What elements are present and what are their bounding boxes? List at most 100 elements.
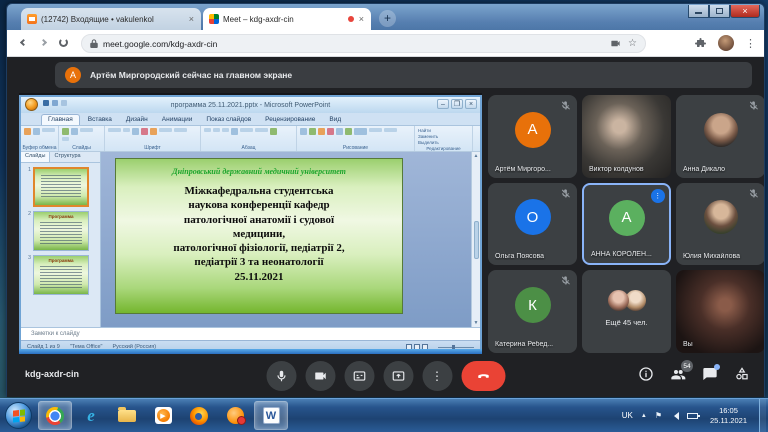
slide-thumbnail-2[interactable]: Программа <box>33 211 89 251</box>
panel-tab-slides[interactable]: Слайды <box>21 152 50 162</box>
chat-button[interactable] <box>702 366 718 382</box>
tab-close-icon[interactable]: × <box>188 14 195 24</box>
scroll-down-icon: ▼ <box>474 320 479 326</box>
powerpoint-titlebar: программа 25.11.2021.pptx - Microsoft Po… <box>21 97 480 113</box>
powerpoint-window: программа 25.11.2021.pptx - Microsoft Po… <box>19 95 482 349</box>
tab-design[interactable]: Дизайн <box>120 115 154 125</box>
new-tab-button[interactable]: + <box>379 10 396 27</box>
toast-avatar: А <box>65 67 81 83</box>
more-options-button[interactable]: ⋮ <box>422 361 452 391</box>
browser-tab-meet[interactable]: Meet – kdg-axdr-cin × <box>203 8 371 30</box>
participant-tile[interactable]: Юлия Михайлова <box>676 183 765 266</box>
slide-thumbnail-1[interactable] <box>33 167 89 207</box>
participant-tile[interactable]: А Артём Миргоро... <box>488 95 577 178</box>
participant-tile[interactable]: Виктор колдунов <box>582 95 671 178</box>
tab-home[interactable]: Главная <box>41 114 80 125</box>
meet-control-bar: kdg-axdr-cin ⋮ <box>7 354 764 397</box>
tab-view[interactable]: Вид <box>323 115 347 125</box>
status-language: Русский (Россия) <box>112 344 156 350</box>
show-desktop-button[interactable] <box>759 399 766 432</box>
taskbar-chrome[interactable] <box>38 401 72 430</box>
tab-animations[interactable]: Анимации <box>156 115 199 125</box>
participant-tile[interactable]: Анна Дикало <box>676 95 765 178</box>
participant-tile[interactable]: К Катерина Ребед... <box>488 270 577 353</box>
taskbar-word[interactable]: W <box>254 401 288 430</box>
panel-tab-outline[interactable]: Структура <box>50 152 84 162</box>
vertical-scrollbar[interactable]: ▲ ▼ <box>471 152 480 327</box>
ribbon-group-clipboard: Буфер обмена <box>21 126 59 151</box>
participant-tile[interactable]: О Ольга Поясова <box>488 183 577 266</box>
overflow-tile[interactable]: Ещё 45 чел. <box>582 270 671 353</box>
mic-off-icon <box>560 275 571 286</box>
tab-slideshow[interactable]: Показ слайдов <box>200 115 257 125</box>
meeting-details-button[interactable] <box>638 366 654 382</box>
participants-count-badge: 54 <box>681 360 693 372</box>
taskbar-media-player[interactable]: ▶ <box>146 401 180 430</box>
tile-menu-icon[interactable]: ⋮ <box>651 189 665 203</box>
tray-clock[interactable]: 16:05 25.11.2021 <box>706 406 751 426</box>
profile-avatar[interactable] <box>718 35 734 51</box>
forward-icon[interactable] <box>40 39 47 46</box>
windows-taskbar: e ▶ W UK ▲ ⚑ 16:05 25.11.2021 <box>0 398 768 432</box>
shared-screen[interactable]: программа 25.11.2021.pptx - Microsoft Po… <box>19 93 482 354</box>
tab-strip: (12742) Входящие • vakulenkol × Meet – k… <box>7 4 764 30</box>
participant-tile-selected[interactable]: А ⋮ АННА КОРОЛЕН... <box>582 183 671 266</box>
window-close-button[interactable]: × <box>730 5 760 18</box>
slide-thumbnail-3[interactable]: Программа <box>33 255 89 295</box>
present-button[interactable] <box>383 361 413 391</box>
volume-icon[interactable] <box>670 412 679 420</box>
camera-in-use-icon[interactable] <box>610 38 621 49</box>
bookmark-star-icon[interactable]: ☆ <box>628 38 637 49</box>
ppt-close-button[interactable]: × <box>465 99 477 109</box>
zoom-slider[interactable] <box>438 347 474 348</box>
tab-close-icon[interactable]: × <box>358 14 365 24</box>
ppt-minimize-button[interactable]: – <box>437 99 449 109</box>
taskbar-explorer[interactable] <box>110 401 144 430</box>
slide-header-text: Дніпровський державний медичний універси… <box>116 167 402 176</box>
ie-icon: e <box>87 406 95 426</box>
battery-icon[interactable] <box>687 413 698 419</box>
media-player-icon: ▶ <box>155 407 172 424</box>
window-maximize-button[interactable] <box>709 5 730 18</box>
reload-icon[interactable] <box>59 38 68 47</box>
ppt-maximize-button[interactable]: ❐ <box>451 99 463 109</box>
camera-button[interactable] <box>305 361 335 391</box>
view-buttons[interactable] <box>406 344 428 350</box>
participants-button[interactable]: 54 <box>670 366 686 382</box>
start-button[interactable] <box>5 402 32 429</box>
back-icon[interactable] <box>20 39 27 46</box>
taskbar-messenger[interactable] <box>218 401 252 430</box>
tab-title: (12742) Входящие • vakulenkol <box>41 15 184 24</box>
window-controls: × <box>688 5 760 18</box>
document-title: программа 25.11.2021.pptx - Microsoft Po… <box>21 102 480 109</box>
slide-title-text: Міжкафедральна студентська наукова конфе… <box>116 184 402 284</box>
action-center-flag-icon[interactable]: ⚑ <box>655 411 662 420</box>
browser-tab-mail[interactable]: (12742) Входящие • vakulenkol × <box>21 8 201 30</box>
avatar: А <box>515 112 551 148</box>
office-button[interactable] <box>25 98 38 111</box>
extensions-icon[interactable] <box>695 37 707 49</box>
tab-insert[interactable]: Вставка <box>82 115 118 125</box>
captions-button[interactable] <box>344 361 374 391</box>
meet-page: А Артём Миргородский сейчас на главном э… <box>7 57 764 397</box>
firefox-icon <box>190 407 208 425</box>
tray-date: 25.11.2021 <box>710 416 747 426</box>
notes-area[interactable]: Заметки к слайду <box>21 327 480 340</box>
tab-review[interactable]: Рецензирование <box>259 115 321 125</box>
activities-button[interactable] <box>734 366 750 382</box>
browser-menu-icon[interactable]: ⋮ <box>745 37 756 50</box>
chat-notification-dot <box>714 364 720 370</box>
tray-expand-icon[interactable]: ▲ <box>641 413 647 419</box>
messenger-icon <box>227 407 244 424</box>
window-minimize-button[interactable] <box>688 5 709 18</box>
mic-button[interactable] <box>266 361 296 391</box>
taskbar-internet-explorer[interactable]: e <box>74 401 108 430</box>
ribbon-group-paragraph: Абзац <box>201 126 297 151</box>
language-indicator[interactable]: UK <box>622 411 633 420</box>
address-bar[interactable]: meet.google.com/kdg-axdr-cin ☆ <box>81 34 646 53</box>
ribbon-group-font: Шрифт <box>105 126 201 151</box>
leave-call-button[interactable] <box>461 361 505 391</box>
quick-access-toolbar[interactable] <box>43 100 67 106</box>
taskbar-firefox[interactable] <box>182 401 216 430</box>
self-view-tile[interactable]: Вы <box>676 270 765 353</box>
